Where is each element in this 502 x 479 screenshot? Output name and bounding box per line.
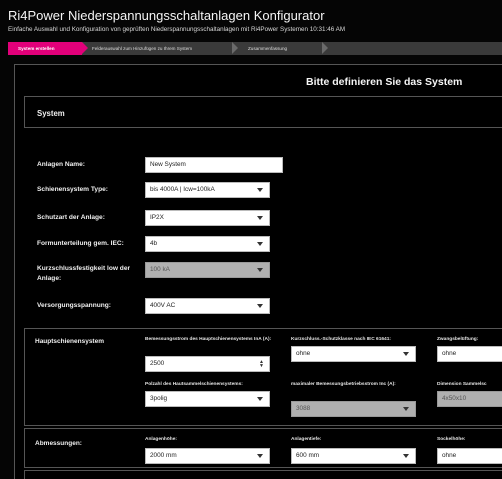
chevron-down-icon xyxy=(257,188,263,192)
chevron-down-icon xyxy=(257,242,263,246)
schienensystem-label: Schienensystem Type: xyxy=(37,186,108,193)
chevron-down-icon xyxy=(257,397,263,401)
formunterteilung-label: Formunterteilung gem. IEC: xyxy=(37,240,124,247)
anlagenhoehe-label: Anlagenhöhe: xyxy=(145,437,177,442)
anlagen-name-input[interactable]: New System xyxy=(145,157,283,173)
polzahl-label: Polzahl des Hautsammelschienensystems: xyxy=(145,382,243,387)
bemessungsstrom-value: 2500 xyxy=(150,360,165,367)
kurzschlussfestigkeit-value: 100 kA xyxy=(150,266,170,273)
step-separator xyxy=(232,42,238,54)
schutzart-value: IP2X xyxy=(150,214,164,221)
max-strom-label: maximaler Bemessungsbetriebsstrom Inc (A… xyxy=(291,382,396,387)
max-strom-value: 3088 xyxy=(296,405,311,412)
system-panel: System xyxy=(24,96,502,128)
app-title: Ri4Power Niederspannungsschaltanlagen Ko… xyxy=(8,8,325,23)
spinner-arrows-icon: ▲ ▼ xyxy=(259,359,264,369)
sockelhoehe-select[interactable]: ohne xyxy=(437,448,502,464)
chevron-down-icon xyxy=(403,407,409,411)
anlagenhoehe-value: 2000 mm xyxy=(150,452,177,459)
hauptschienensystem-title: Hauptschienensystem xyxy=(35,338,104,345)
bemessungsstrom-label: Bemessungsstrom des Hauptschienensystems… xyxy=(145,337,272,342)
zwangsbeluftung-select[interactable]: ohne xyxy=(437,346,502,362)
anlagen-name-label: Anlagen Name: xyxy=(37,161,85,168)
zwangsbeluftung-value: ohne xyxy=(442,350,457,357)
versorgungsspannung-select[interactable]: 400V AC xyxy=(145,298,270,314)
wizard-steps: System erstellen Felderauswahl zum Hinzu… xyxy=(8,42,502,55)
next-panel xyxy=(24,470,502,479)
schienensystem-value: bis 4000A | Icw=100kA xyxy=(150,186,215,193)
step-zusammenfassung[interactable]: Zusammenfassung xyxy=(244,42,324,55)
kurzschlussfestigkeit-select: 100 kA xyxy=(145,262,270,278)
schutzklasse-value: ohne xyxy=(296,350,311,357)
zwangsbeluftung-label: Zwangsbelüftung: xyxy=(437,337,479,342)
system-panel-title: System xyxy=(37,109,65,118)
abmessungen-title: Abmessungen: xyxy=(35,440,82,447)
dimension-label: Dimension Sammelsc xyxy=(437,382,487,387)
sockelhoehe-label: Sockelhöhe: xyxy=(437,437,466,442)
anlagen-name-value: New System xyxy=(150,161,186,168)
dimension-select: 4x50x10 xyxy=(437,391,502,407)
polzahl-select[interactable]: 3polig xyxy=(145,391,270,407)
step-felderauswahl[interactable]: Felderauswahl zum Hinzufügen zu Ihrem Sy… xyxy=(88,42,238,55)
polzahl-value: 3polig xyxy=(150,395,168,402)
dimension-value: 4x50x10 xyxy=(442,395,467,402)
formunterteilung-value: 4b xyxy=(150,240,158,247)
versorgungsspannung-value: 400V AC xyxy=(150,302,176,309)
max-strom-select: 3088 xyxy=(291,401,416,417)
anlagentiefe-label: Anlagentiefe: xyxy=(291,437,322,442)
schutzklasse-select[interactable]: ohne xyxy=(291,346,416,362)
formunterteilung-select[interactable]: 4b xyxy=(145,236,270,252)
anlagenhoehe-select[interactable]: 2000 mm xyxy=(145,448,270,464)
anlagentiefe-select[interactable]: 600 mm xyxy=(291,448,416,464)
chevron-down-icon xyxy=(257,216,263,220)
chevron-down-icon xyxy=(257,454,263,458)
anlagentiefe-value: 600 mm xyxy=(296,452,320,459)
schutzklasse-label: Kurzschluss.-Schutzklasse nach IEC 61641… xyxy=(291,337,391,342)
step-separator xyxy=(322,42,328,54)
chevron-down-icon xyxy=(257,268,263,272)
kurzschlussfestigkeit-label: Kurzschlussfestigkeit low der Anlage: xyxy=(37,265,131,282)
page-heading: Bitte definieren Sie das System xyxy=(306,76,463,88)
app-subtitle: Einfache Auswahl und Konfiguration von g… xyxy=(8,26,346,33)
chevron-down-icon xyxy=(403,352,409,356)
sockelhoehe-value: ohne xyxy=(442,452,457,459)
schutzart-label: Schutzart der Anlage: xyxy=(37,214,105,221)
versorgungsspannung-label: Versorgungsspannung: xyxy=(37,302,112,309)
chevron-down-icon xyxy=(403,454,409,458)
bemessungsstrom-stepper[interactable]: 2500 ▲ ▼ xyxy=(145,356,270,372)
schienensystem-select[interactable]: bis 4000A | Icw=100kA xyxy=(145,182,270,198)
step-system-erstellen[interactable]: System erstellen xyxy=(8,42,88,55)
chevron-down-icon xyxy=(257,304,263,308)
schutzart-select[interactable]: IP2X xyxy=(145,210,270,226)
